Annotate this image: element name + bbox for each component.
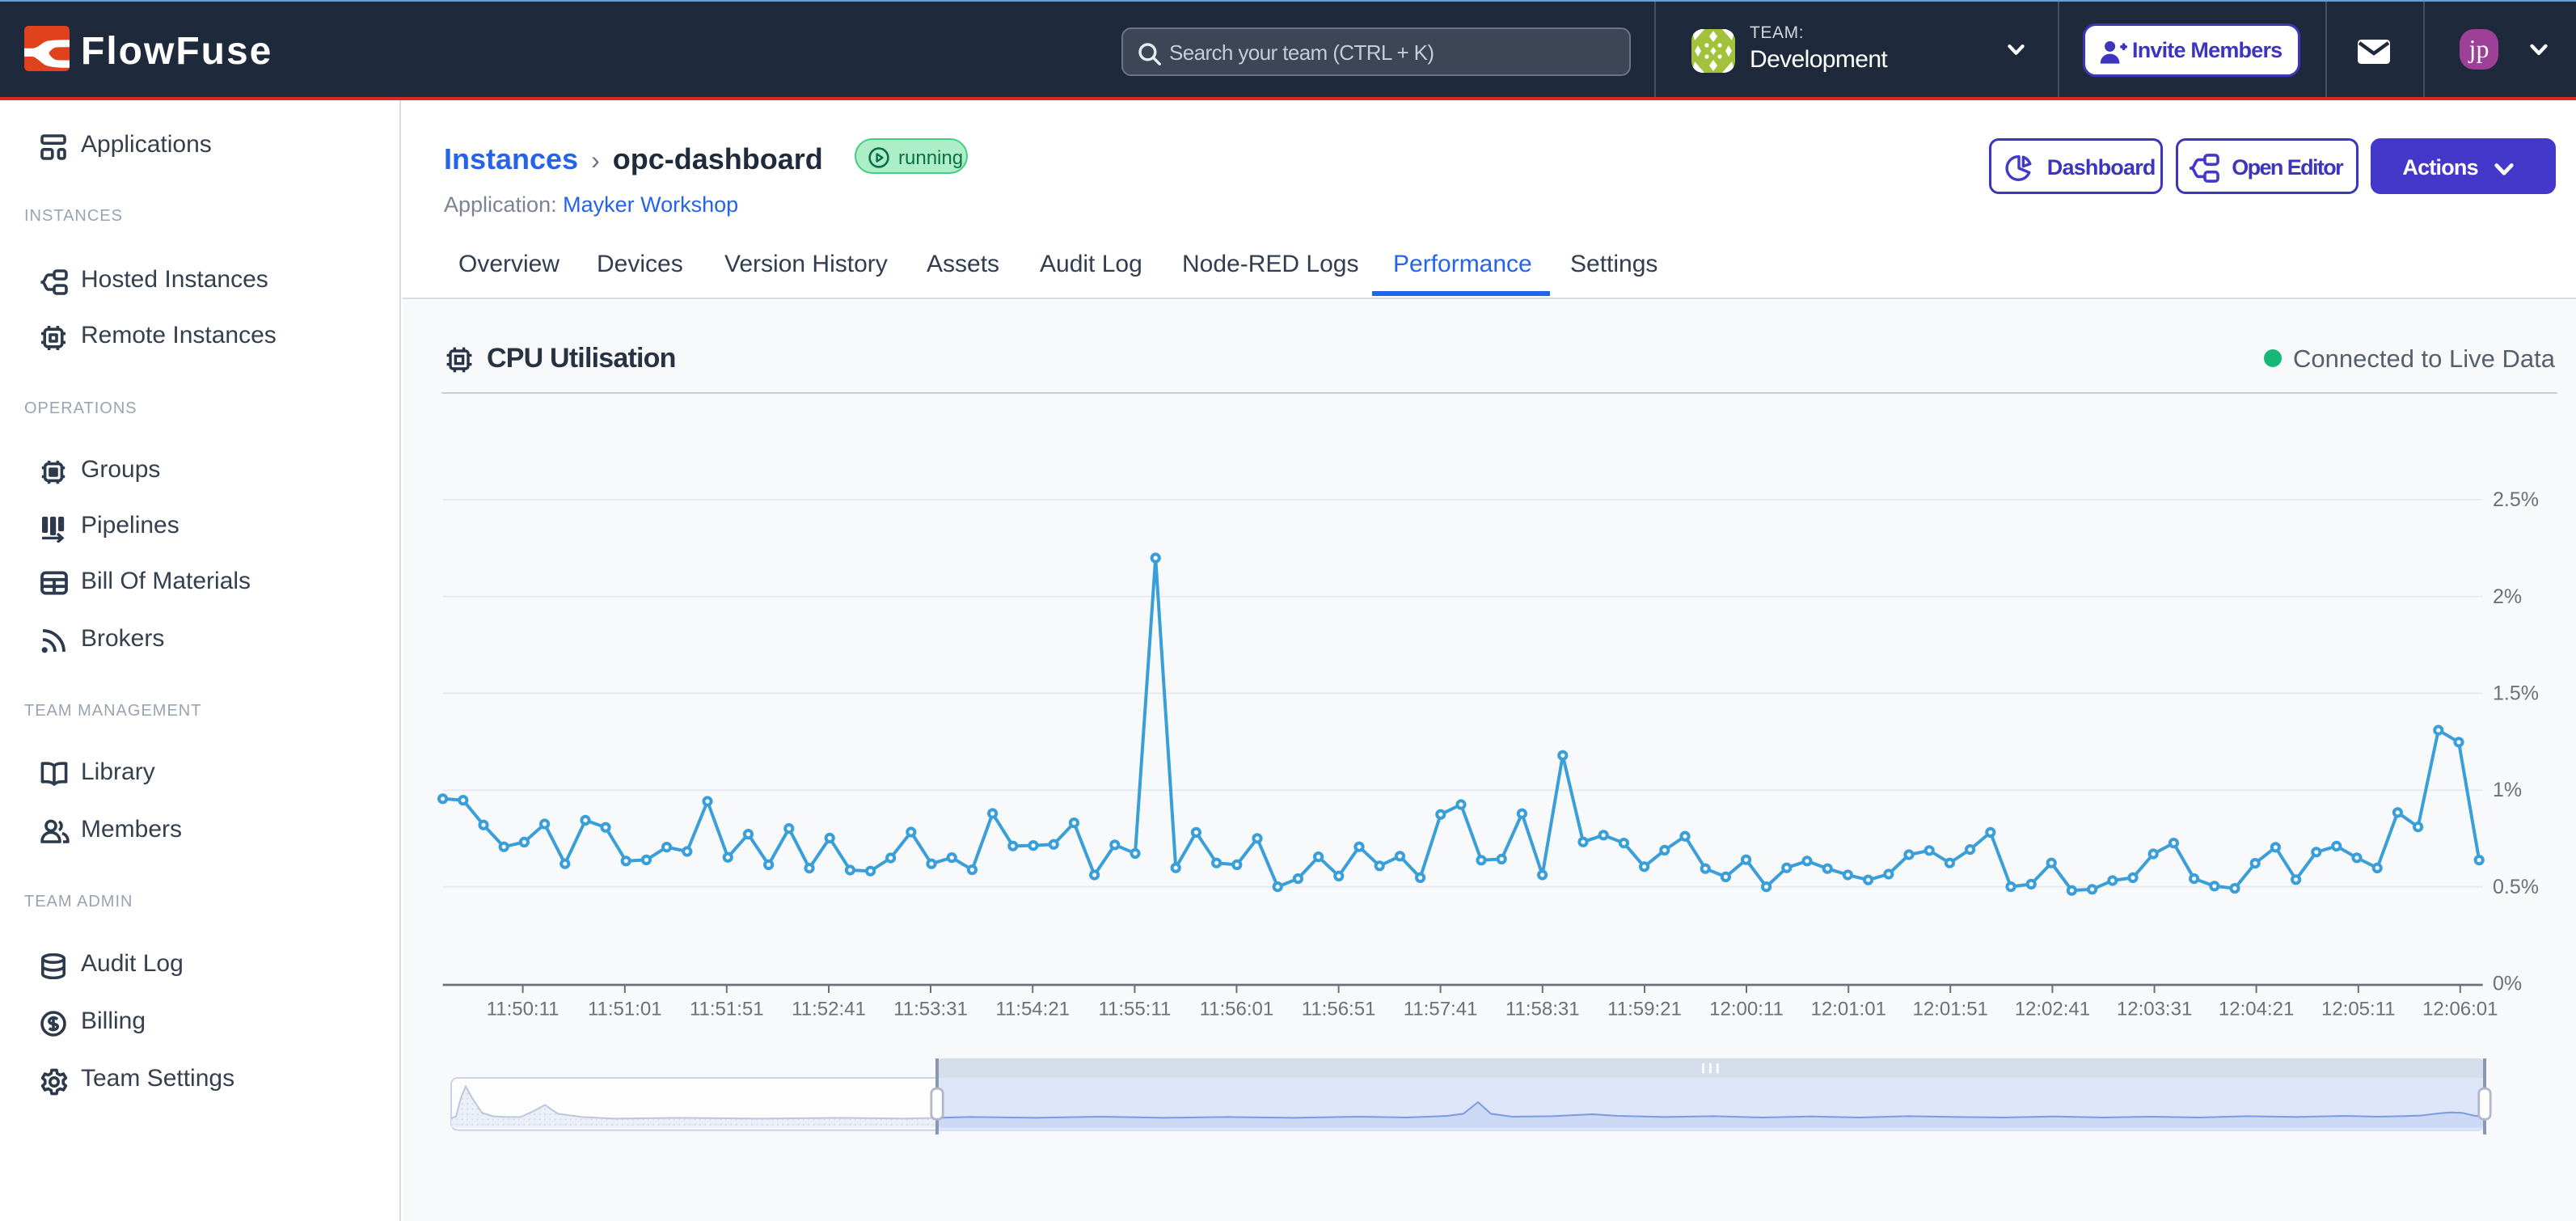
svg-text:11:50:11: 11:50:11 — [487, 999, 560, 1020]
svg-text:11:56:51: 11:56:51 — [1302, 999, 1376, 1020]
svg-text:12:01:51: 12:01:51 — [1912, 999, 1987, 1020]
svg-text:0.5%: 0.5% — [2493, 876, 2539, 898]
svg-text:12:05:11: 12:05:11 — [2321, 999, 2396, 1020]
svg-text:12:04:21: 12:04:21 — [2219, 999, 2294, 1020]
svg-text:11:51:51: 11:51:51 — [690, 999, 764, 1020]
svg-text:2.5%: 2.5% — [2493, 488, 2539, 511]
svg-text:11:58:31: 11:58:31 — [1505, 999, 1580, 1020]
svg-text:11:55:11: 11:55:11 — [1098, 999, 1171, 1020]
svg-text:11:59:21: 11:59:21 — [1607, 999, 1682, 1020]
svg-text:12:00:11: 12:00:11 — [1709, 999, 1784, 1020]
svg-text:1%: 1% — [2493, 779, 2522, 801]
svg-text:0%: 0% — [2493, 973, 2522, 995]
svg-text:11:52:41: 11:52:41 — [792, 999, 866, 1020]
svg-text:12:03:31: 12:03:31 — [2117, 999, 2192, 1020]
svg-text:12:01:01: 12:01:01 — [1810, 999, 1886, 1020]
svg-text:11:57:41: 11:57:41 — [1404, 999, 1478, 1020]
svg-text:1.5%: 1.5% — [2493, 682, 2539, 704]
svg-text:2%: 2% — [2493, 585, 2522, 608]
svg-text:11:56:01: 11:56:01 — [1200, 999, 1274, 1020]
svg-text:11:53:31: 11:53:31 — [893, 999, 968, 1020]
svg-text:11:51:01: 11:51:01 — [588, 999, 662, 1020]
svg-text:11:54:21: 11:54:21 — [995, 999, 1070, 1020]
svg-text:12:02:41: 12:02:41 — [2015, 999, 2090, 1020]
svg-text:12:06:01: 12:06:01 — [2422, 999, 2498, 1020]
